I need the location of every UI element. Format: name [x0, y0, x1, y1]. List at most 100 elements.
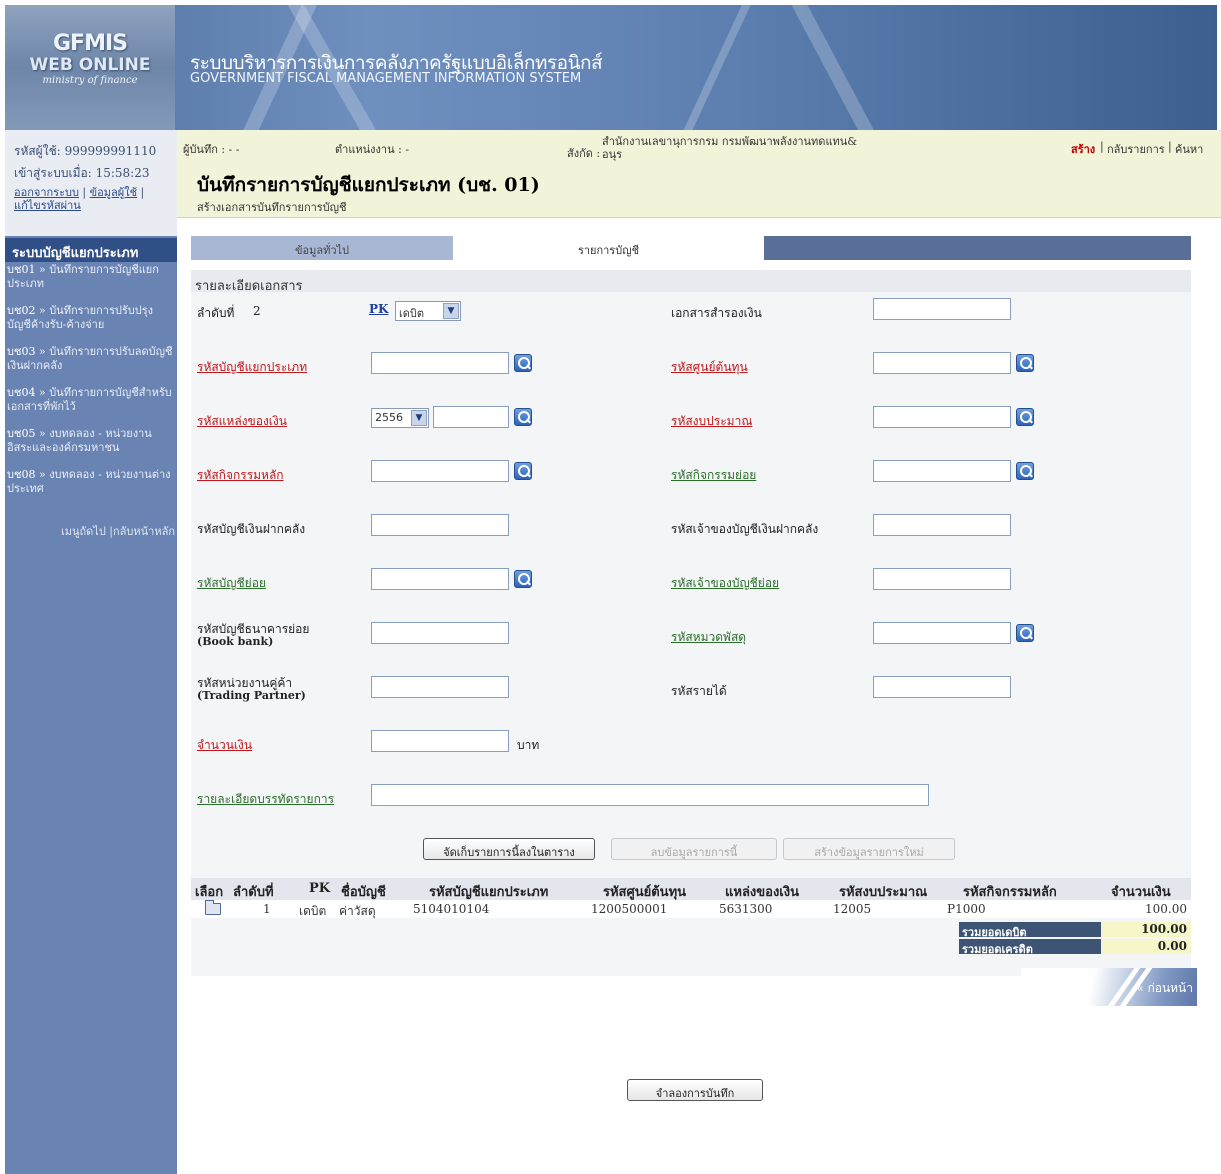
bank-sub-account-label-en: (Book bank)	[197, 635, 274, 648]
budget-label[interactable]: รหัสงบประมาณ	[671, 412, 752, 431]
row-account-name: ค่าวัสดุ	[339, 904, 376, 918]
seq-label: ลำดับที่	[197, 306, 235, 320]
col-account-name: ชื่อบัญชี	[341, 885, 386, 900]
amount-unit: บาท	[517, 738, 540, 752]
fund-year-select[interactable]: 2556 ▼	[371, 408, 429, 428]
back-to-list-link[interactable]: กลับรายการ	[1107, 140, 1165, 158]
sidebar-item-gl05[interactable]: บช05 » งบทดลอง - หน่วยงานอิสระและองค์กรม…	[5, 426, 177, 467]
row-cost-center: 1200500001	[591, 902, 668, 916]
gl-account-search-icon[interactable]	[514, 354, 532, 372]
folder-icon[interactable]	[205, 900, 221, 915]
col-budget: รหัสงบประมาณ	[839, 885, 928, 900]
chevron-down-icon: ▼	[443, 303, 459, 319]
main-activity-label[interactable]: รหัสกิจกรรมหลัก	[197, 466, 284, 485]
simulate-save-button[interactable]: จำลองการบันทึก	[627, 1079, 763, 1101]
menu-title: ระบบบัญชีแยกประเภท	[5, 238, 177, 262]
line-detail-label[interactable]: รายละเอียดบรรทัดรายการ	[197, 790, 334, 809]
logo-subtitle: WEB ONLINE	[29, 55, 151, 75]
logo-ministry: ministry of finance	[42, 75, 138, 86]
fund-source-search-icon[interactable]	[514, 408, 532, 426]
search-link[interactable]: ค้นหา	[1175, 140, 1203, 158]
cost-center-search-icon[interactable]	[1016, 354, 1034, 372]
table-row[interactable]: 1 เดบิต ค่าวัสดุ 5104010104 1200500001 5…	[191, 900, 1191, 918]
row-fund-source: 5631300	[719, 902, 773, 916]
home-link[interactable]: กลับหน้าหลัก	[113, 525, 175, 538]
deposit-owner-input[interactable]	[873, 514, 1011, 536]
previous-button-label: « ก่อนหน้า	[1136, 981, 1193, 995]
total-credit-label: รวมยอดเครดิต	[959, 939, 1101, 956]
previous-button[interactable]: « ก่อนหน้า	[1021, 968, 1197, 1006]
sidebar-item-gl01[interactable]: บช01 » บันทึกรายการบัญชีแยกประเภท	[5, 262, 177, 303]
amount-input[interactable]	[371, 730, 509, 752]
profile-link[interactable]: ข้อมูลผู้ใช้	[90, 186, 137, 199]
affiliation-value: สำนักงานเลขานุการกรม กรมพัฒนาพลังงานทดแท…	[602, 135, 858, 148]
sub-account-search-icon[interactable]	[514, 570, 532, 588]
budget-search-icon[interactable]	[1016, 408, 1034, 426]
sidebar-item-gl03[interactable]: บช03 » บันทึกรายการปรับลดบัญชีเงินฝากคลั…	[5, 344, 177, 385]
save-to-table-button[interactable]: จัดเก็บรายการนี้ลงในตาราง	[423, 838, 595, 860]
main-activity-search-icon[interactable]	[514, 462, 532, 480]
header-banner	[5, 5, 1217, 130]
position-label: ตำแหน่งงาน : -	[335, 143, 410, 156]
trading-partner-label-en: (Trading Partner)	[197, 689, 306, 702]
row-gl-account: 5104010104	[413, 902, 490, 916]
row-amount: 100.00	[1145, 902, 1187, 916]
col-main-activity: รหัสกิจกรรมหลัก	[963, 885, 1057, 900]
deposit-account-input[interactable]	[371, 514, 509, 536]
login-time: 15:58:23	[95, 166, 150, 180]
affiliation-label: สังกัด :	[567, 147, 601, 160]
sidebar-item-gl04[interactable]: บช04 » บันทึกรายการบัญชีสำหรับเอกสารที่พ…	[5, 385, 177, 426]
amount-label[interactable]: จำนวนเงิน	[197, 736, 252, 755]
page-subtitle: สร้างเอกสารบันทึกรายการบัญชี	[197, 201, 347, 214]
cost-center-label[interactable]: รหัสศูนย์ต้นทุน	[671, 358, 748, 377]
total-debit-value: 100.00	[1101, 922, 1191, 937]
sidebar-item-gl08[interactable]: บช08 » งบทดลอง - หน่วยงานต่างประเทศ	[5, 467, 177, 508]
sub-activity-search-icon[interactable]	[1016, 462, 1034, 480]
reserve-doc-input[interactable]	[873, 298, 1011, 320]
line-detail-input[interactable]	[371, 784, 929, 806]
tab-general-info[interactable]: ข้อมูลทั่วไป	[191, 236, 453, 260]
system-name-english: GOVERNMENT FISCAL MANAGEMENT INFORMATION…	[190, 71, 582, 86]
table-header: เลือก ลำดับที่ PK ชื่อบัญชี รหัสบัญชีแยก…	[191, 878, 1191, 900]
new-item-button[interactable]: สร้างข้อมูลรายการใหม่	[783, 838, 955, 860]
sidebar: รหัสผู้ใช้: 999999991110 เข้าสู่ระบบเมื่…	[5, 130, 177, 1174]
tab-account-items[interactable]: รายการบัญชี	[453, 236, 764, 260]
banner-decoration	[788, 5, 896, 130]
sub-account-input[interactable]	[371, 568, 509, 590]
pk-select[interactable]: เดบิต ▼	[395, 301, 461, 321]
budget-input[interactable]	[873, 406, 1011, 428]
logo-title: GFMIS	[52, 31, 128, 56]
sub-account-owner-label[interactable]: รหัสเจ้าของบัญชีย่อย	[671, 574, 779, 593]
gl-account-label[interactable]: รหัสบัญชีแยกประเภท	[197, 358, 307, 377]
col-amount: จำนวนเงิน	[1111, 885, 1171, 900]
logout-link[interactable]: ออกจากระบบ	[14, 186, 79, 199]
sub-account-owner-input[interactable]	[873, 568, 1011, 590]
trading-partner-input[interactable]	[371, 676, 509, 698]
fund-source-label[interactable]: รหัสแหล่งของเงิน	[197, 412, 287, 431]
supply-category-label[interactable]: รหัสหมวดพัสดุ	[671, 628, 746, 647]
revenue-input[interactable]	[873, 676, 1011, 698]
supply-category-search-icon[interactable]	[1016, 624, 1034, 642]
delete-item-button[interactable]: ลบข้อมูลรายการนี้	[611, 838, 777, 860]
bank-sub-account-input[interactable]	[371, 622, 509, 644]
col-pk: PK	[309, 881, 331, 896]
fund-source-input[interactable]	[433, 406, 509, 428]
cost-center-input[interactable]	[873, 352, 1011, 374]
create-link[interactable]: สร้าง	[1071, 140, 1095, 158]
chevron-down-icon: ▼	[411, 410, 427, 426]
sub-activity-label[interactable]: รหัสกิจกรรมย่อย	[671, 466, 756, 485]
next-menu-link[interactable]: เมนูถัดไป	[61, 525, 106, 538]
gl-account-input[interactable]	[371, 352, 509, 374]
supply-category-input[interactable]	[873, 622, 1011, 644]
col-select: เลือก	[195, 885, 224, 900]
sub-activity-input[interactable]	[873, 460, 1011, 482]
pk-link[interactable]: PK	[369, 302, 388, 316]
main-activity-input[interactable]	[371, 460, 509, 482]
col-gl-account: รหัสบัญชีแยกประเภท	[429, 885, 549, 900]
sub-account-label[interactable]: รหัสบัญชีย่อย	[197, 574, 266, 593]
change-password-link[interactable]: แก้ไขรหัสผ่าน	[14, 199, 81, 212]
banner-decoration	[663, 5, 755, 130]
row-main-activity: P1000	[947, 902, 986, 916]
sidebar-item-gl02[interactable]: บช02 » บันทึกรายการปรับปรุงบัญชีค้างรับ-…	[5, 303, 177, 344]
link-separator: |	[1100, 140, 1104, 153]
